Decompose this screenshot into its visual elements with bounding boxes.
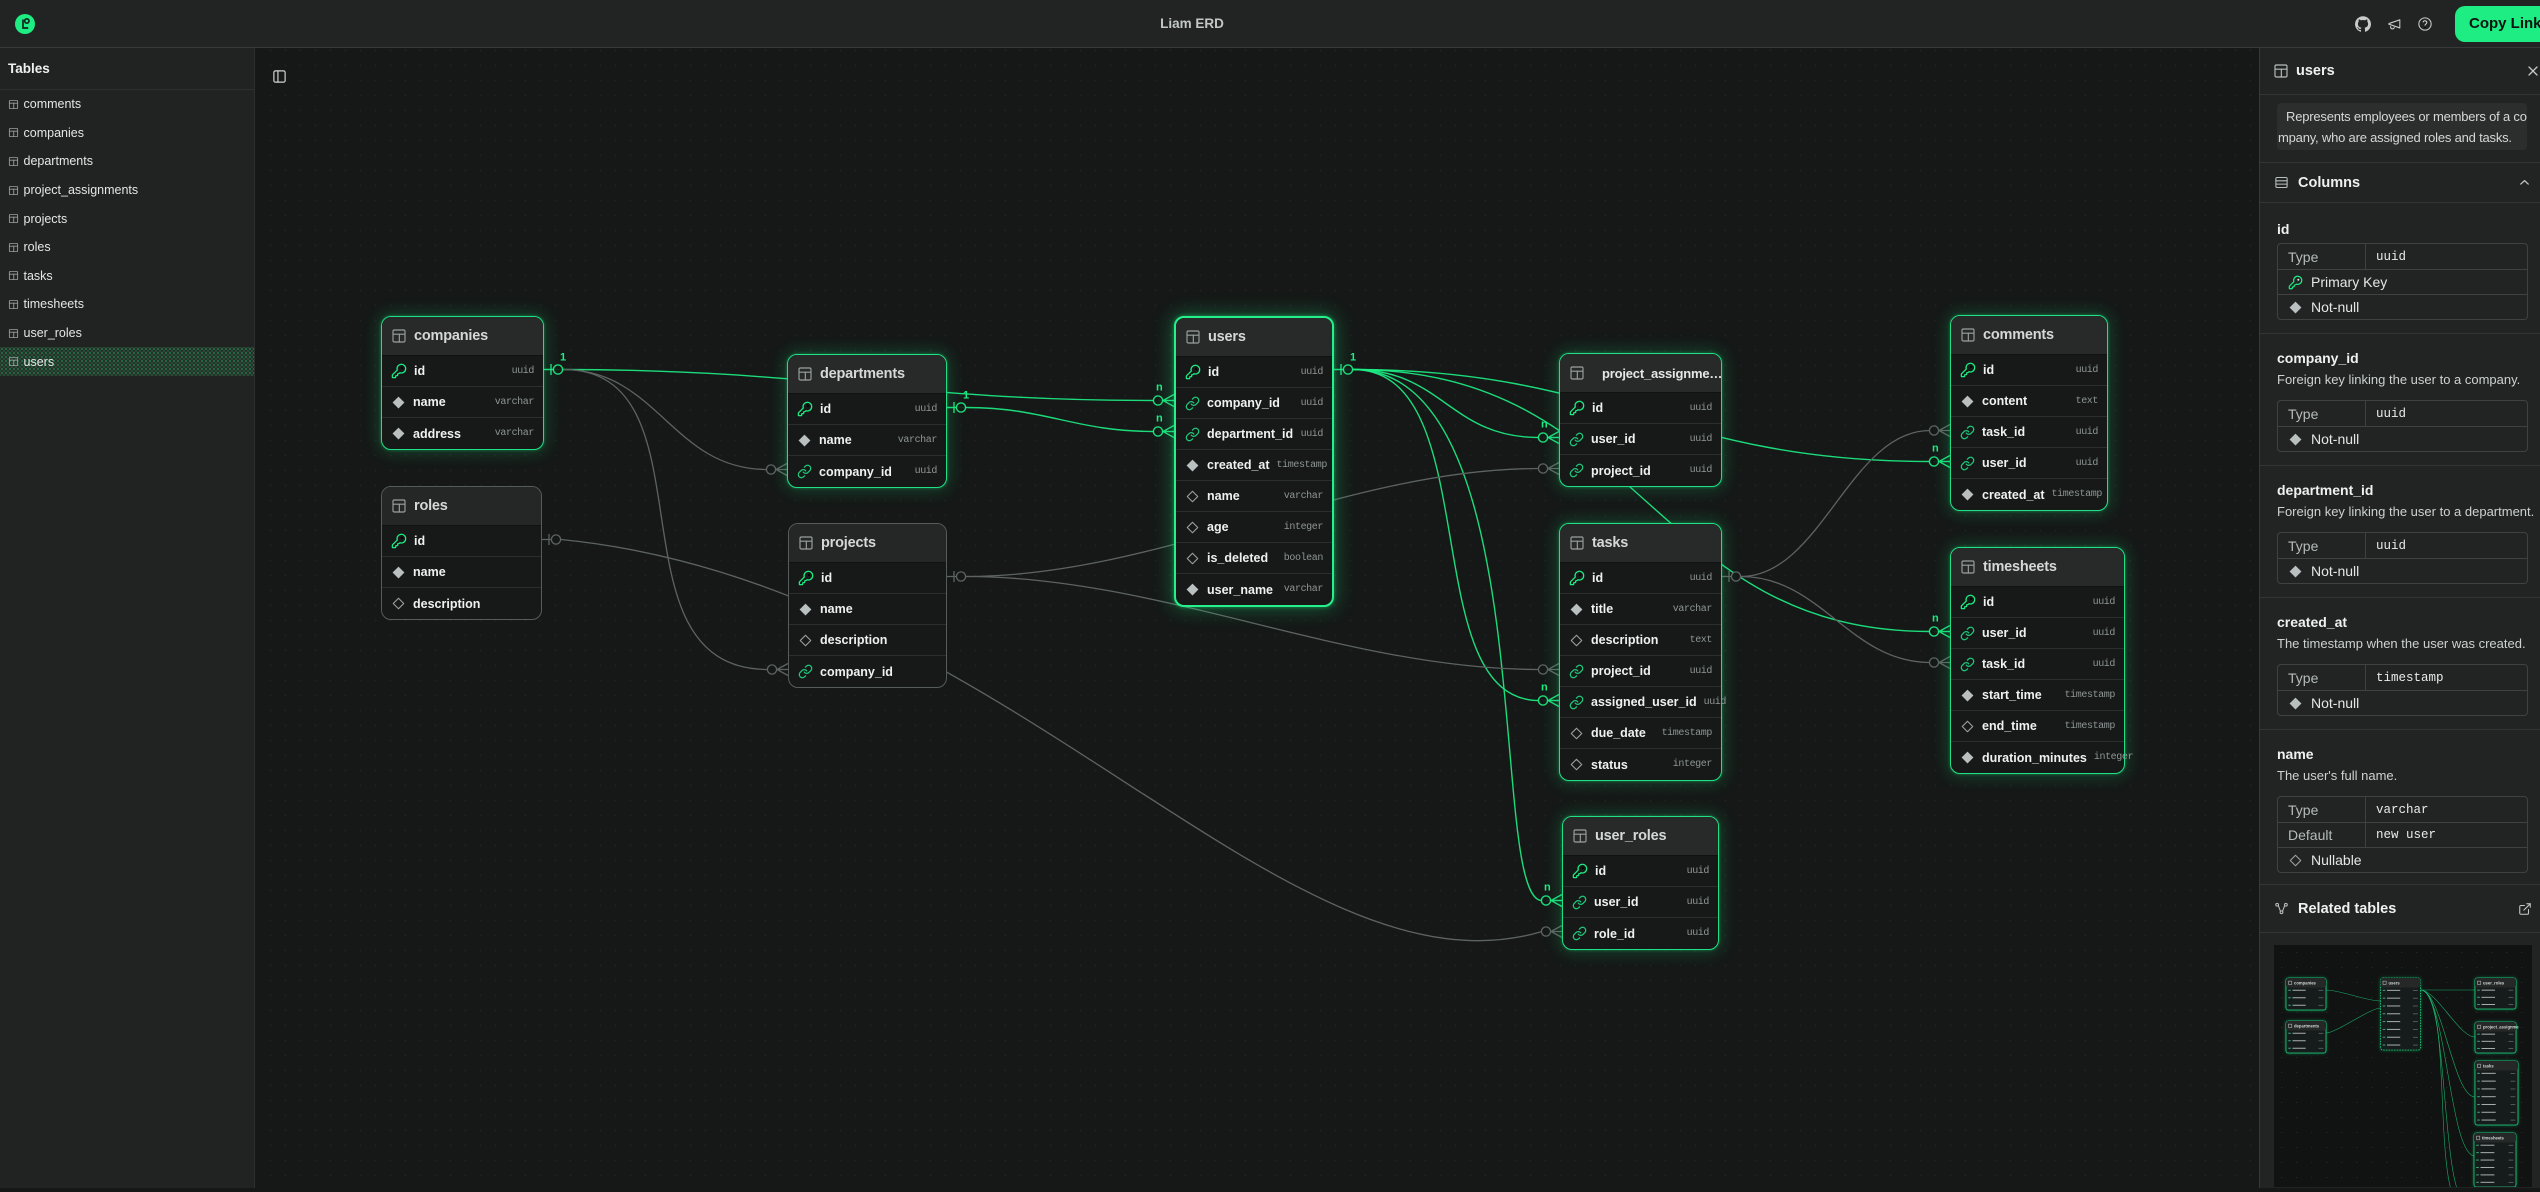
svg-text:1: 1 [1350, 352, 1356, 364]
svg-text:user_roles: user_roles [2483, 981, 2505, 986]
svg-text:n: n [1156, 413, 1163, 425]
svg-text:timesheets: timesheets [2482, 1136, 2505, 1141]
svg-text:companies: companies [2294, 981, 2317, 986]
svg-text:departments: departments [2294, 1024, 2320, 1029]
svg-text:1: 1 [560, 352, 566, 364]
svg-text:project_assignme: project_assignme [2483, 1025, 2519, 1030]
svg-text:tasks: tasks [2483, 1064, 2494, 1069]
svg-text:n: n [1932, 443, 1939, 455]
svg-text:n: n [1156, 382, 1163, 394]
svg-text:users: users [2389, 981, 2401, 986]
svg-text:n: n [1932, 613, 1939, 625]
svg-text:1: 1 [963, 390, 969, 402]
svg-text:n: n [1541, 682, 1548, 694]
svg-text:n: n [1541, 419, 1548, 431]
svg-text:n: n [1544, 882, 1551, 894]
